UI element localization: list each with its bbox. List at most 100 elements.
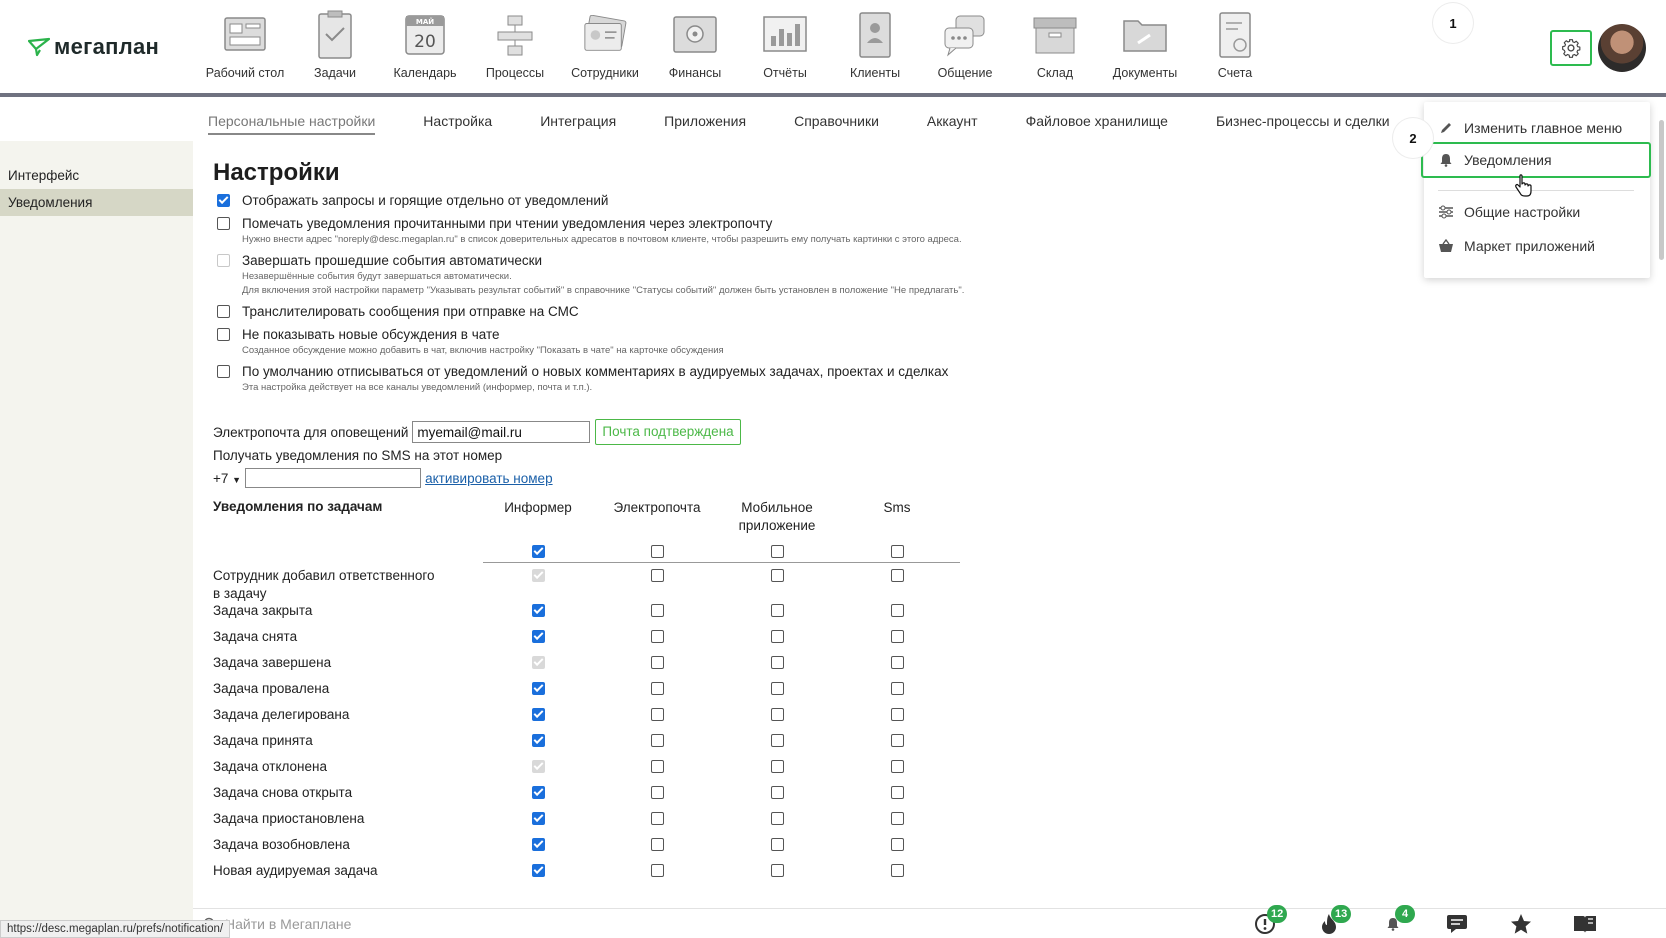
tab-7[interactable]: Бизнес-процессы и сделки (1216, 113, 1390, 135)
sidebar-item-1[interactable]: Уведомления (0, 189, 193, 216)
sidebar-item-0[interactable]: Интерфейс (0, 162, 193, 189)
module-label: Финансы (668, 66, 722, 80)
notification-checkbox[interactable] (651, 708, 664, 721)
notification-checkbox[interactable] (771, 786, 784, 799)
notification-checkbox[interactable] (771, 569, 784, 582)
notification-checkbox[interactable] (891, 812, 904, 825)
notification-checkbox[interactable] (532, 604, 545, 617)
column-toggle-all-checkbox[interactable] (891, 545, 904, 558)
module-invoice[interactable]: Счета (1190, 8, 1280, 80)
tab-6[interactable]: Файловое хранилище (1026, 113, 1168, 135)
tab-0[interactable]: Персональные настройки (208, 113, 376, 135)
module-safe[interactable]: Финансы (650, 8, 740, 80)
notification-checkbox[interactable] (891, 604, 904, 617)
notification-checkbox[interactable] (532, 708, 545, 721)
notification-checkbox[interactable] (771, 760, 784, 773)
notification-checkbox[interactable] (651, 734, 664, 747)
notification-checkbox[interactable] (771, 864, 784, 877)
page-scrollbar[interactable] (1659, 120, 1664, 260)
bell-button[interactable]: 4 (1361, 905, 1425, 938)
notification-checkbox[interactable] (891, 682, 904, 695)
notification-checkbox[interactable] (651, 864, 664, 877)
tab-5[interactable]: Аккаунт (927, 113, 978, 135)
notification-checkbox[interactable] (651, 838, 664, 851)
notification-checkbox[interactable] (891, 708, 904, 721)
notification-checkbox[interactable] (891, 838, 904, 851)
menu-item-pencil[interactable]: Изменить главное меню (1424, 110, 1650, 146)
module-chart[interactable]: Отчёты (740, 8, 830, 80)
notification-checkbox[interactable] (771, 682, 784, 695)
notification-checkbox[interactable] (532, 864, 545, 877)
menu-item-bell[interactable]: Уведомления (1421, 142, 1651, 178)
notification-checkbox[interactable] (651, 760, 664, 773)
tab-2[interactable]: Интеграция (540, 113, 616, 135)
notification-checkbox[interactable] (891, 734, 904, 747)
notification-checkbox[interactable] (771, 604, 784, 617)
tab-1[interactable]: Настройка (423, 113, 492, 135)
sms-phone-field[interactable] (245, 468, 422, 488)
notification-checkbox[interactable] (771, 708, 784, 721)
module-desktop[interactable]: Рабочий стол (200, 8, 290, 80)
notification-checkbox[interactable] (891, 760, 904, 773)
module-id-card[interactable]: Сотрудники (560, 8, 650, 80)
option-checkbox[interactable] (217, 194, 230, 207)
notification-checkbox[interactable] (891, 630, 904, 643)
menu-item-basket[interactable]: Маркет приложений (1424, 228, 1650, 264)
option-checkbox[interactable] (217, 305, 230, 318)
notification-checkbox[interactable] (532, 786, 545, 799)
chat-button[interactable] (1425, 911, 1489, 938)
notification-checkbox[interactable] (532, 838, 545, 851)
notification-checkbox[interactable] (891, 656, 904, 669)
notification-checkbox[interactable] (651, 630, 664, 643)
module-calendar[interactable]: МАЙ 20 Календарь (380, 8, 470, 80)
notification-checkbox[interactable] (771, 838, 784, 851)
notification-checkbox[interactable] (651, 812, 664, 825)
notification-checkbox[interactable] (651, 656, 664, 669)
module-folder[interactable]: Документы (1100, 8, 1190, 80)
module-clipboard-check[interactable]: Задачи (290, 8, 380, 80)
global-search[interactable]: Найти в Мегаплане (193, 909, 1186, 938)
notification-checkbox[interactable] (651, 786, 664, 799)
notification-checkbox[interactable] (651, 682, 664, 695)
module-chat-bubbles[interactable]: Общение (920, 8, 1010, 80)
activate-number-link[interactable]: активировать номер (425, 471, 552, 486)
menu-item-sliders[interactable]: Общие настройки (1424, 194, 1650, 230)
notification-checkbox[interactable] (771, 630, 784, 643)
notification-checkbox[interactable] (771, 734, 784, 747)
module-process[interactable]: Процессы (470, 8, 560, 80)
email-confirmed-button[interactable]: Почта подтверждена (595, 419, 741, 445)
notification-checkbox[interactable] (651, 569, 664, 582)
notification-checkbox[interactable] (532, 734, 545, 747)
module-label: Общение (937, 66, 993, 80)
module-box[interactable]: Склад (1010, 8, 1100, 80)
country-code-value: +7 (213, 470, 229, 486)
country-code-select[interactable]: +7 ▼ (213, 471, 241, 486)
module-address-book[interactable]: Клиенты (830, 8, 920, 80)
notification-checkbox[interactable] (532, 682, 545, 695)
notification-checkbox[interactable] (891, 569, 904, 582)
book-button[interactable] (1553, 911, 1617, 938)
logo[interactable]: мегаплан (28, 34, 159, 60)
notification-checkbox[interactable] (532, 630, 545, 643)
notification-checkbox[interactable] (891, 786, 904, 799)
option-checkbox[interactable] (217, 217, 230, 230)
star-button[interactable] (1489, 911, 1553, 938)
column-toggle-all-checkbox[interactable] (532, 545, 545, 558)
notification-checkbox[interactable] (771, 656, 784, 669)
tab-3[interactable]: Приложения (664, 113, 746, 135)
fire-button[interactable]: 13 (1297, 905, 1361, 938)
email-field[interactable] (412, 421, 591, 443)
alert-button[interactable]: 12 (1233, 905, 1297, 938)
column-toggle-all-checkbox[interactable] (651, 545, 664, 558)
option-checkbox[interactable] (217, 365, 230, 378)
user-avatar[interactable] (1598, 24, 1646, 72)
settings-gear-button[interactable] (1550, 30, 1592, 66)
notification-checkbox[interactable] (771, 812, 784, 825)
notification-checkbox[interactable] (651, 604, 664, 617)
notification-checkbox[interactable] (891, 864, 904, 877)
option-label: Отображать запросы и горящие отдельно от… (242, 193, 609, 208)
option-checkbox[interactable] (217, 328, 230, 341)
column-toggle-all-checkbox[interactable] (771, 545, 784, 558)
notification-checkbox[interactable] (532, 812, 545, 825)
tab-4[interactable]: Справочники (794, 113, 879, 135)
